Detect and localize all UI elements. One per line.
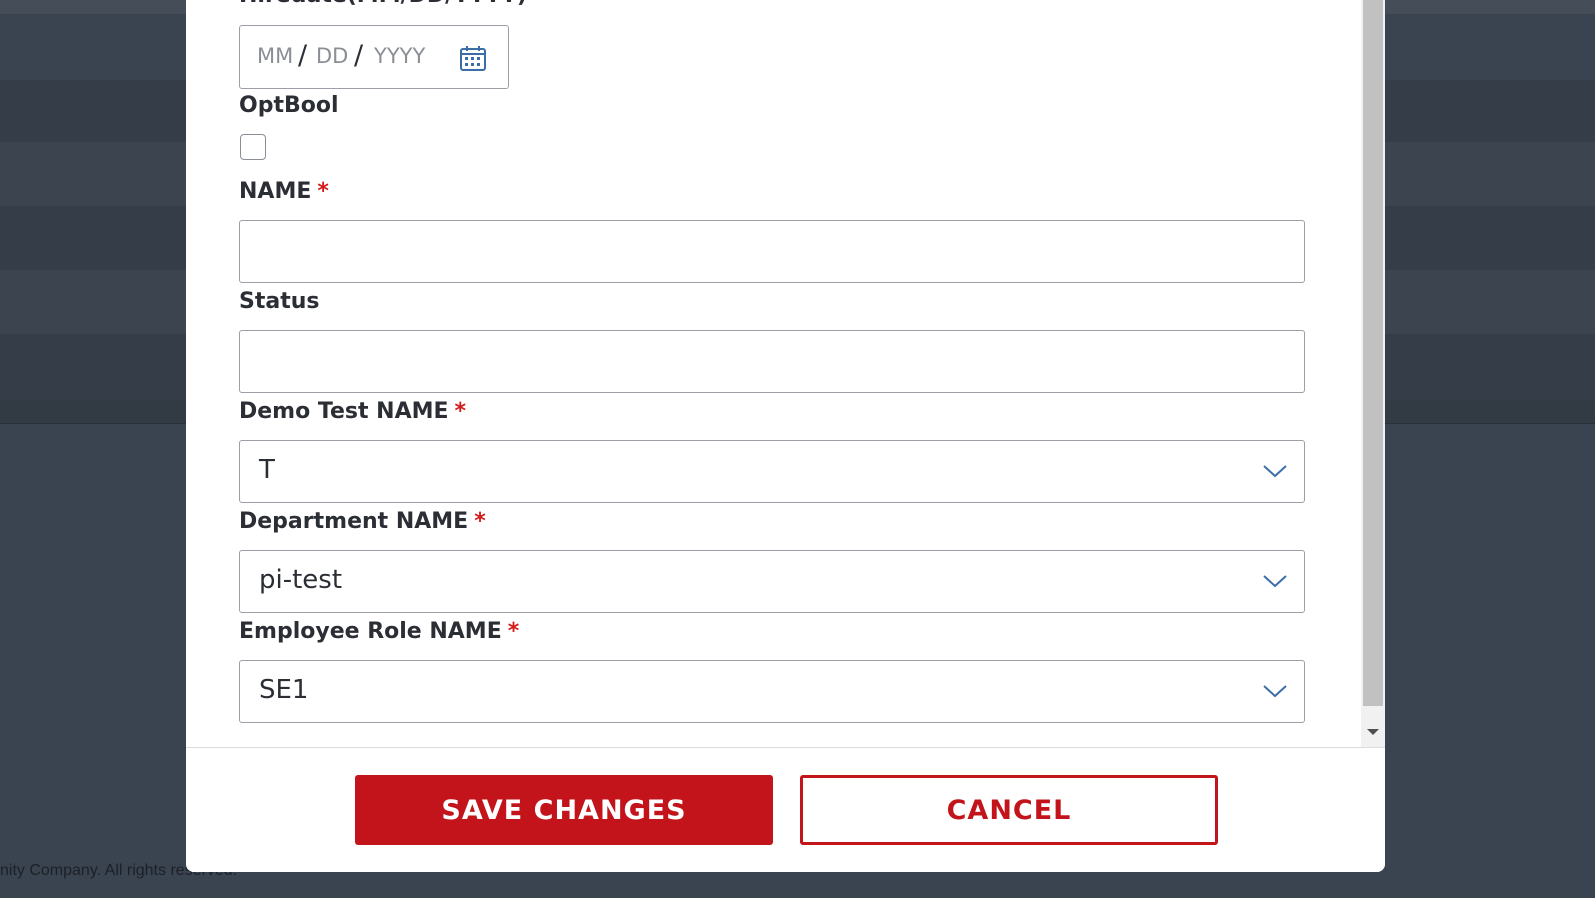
status-label: Status [239,289,320,314]
demo-test-name-select[interactable]: T [239,440,1305,503]
name-label-text: NAME [239,179,312,204]
department-name-select[interactable]: pi-test [239,550,1305,613]
employee-role-name-selected-value: SE1 [259,675,309,705]
department-name-label: Department NAME * [239,509,486,534]
demo-test-name-label: Demo Test NAME * [239,399,466,424]
scroll-down-arrow-icon[interactable] [1367,729,1379,735]
hiredate-day-segment[interactable]: DD [316,44,348,68]
modal-form-scroll-area[interactable]: Hiredate(MM/DD/YYYY) MM / DD / YYYY OptB… [186,0,1361,747]
employee-role-name-label-text: Employee Role NAME [239,619,502,644]
status-input[interactable] [239,330,1305,393]
date-separator: / [354,40,364,71]
edit-record-modal: Hiredate(MM/DD/YYYY) MM / DD / YYYY OptB… [186,0,1385,872]
chevron-down-icon [1263,465,1287,478]
required-asterisk: * [317,179,329,204]
chevron-down-icon [1263,685,1287,698]
demo-test-name-label-text: Demo Test NAME [239,399,449,424]
vertical-scrollbar[interactable] [1361,0,1385,747]
chevron-down-icon [1263,575,1287,588]
optbool-checkbox[interactable] [240,134,266,160]
demo-test-name-selected-value: T [259,455,275,485]
name-input[interactable] [239,220,1305,283]
hiredate-month-segment[interactable]: MM [257,44,293,68]
modal-footer: SAVE CHANGES CANCEL [186,747,1385,872]
calendar-icon[interactable] [459,44,487,72]
required-asterisk: * [474,509,486,534]
hiredate-year-segment[interactable]: YYYY [374,44,425,68]
scrollbar-thumb[interactable] [1363,0,1383,706]
required-asterisk: * [507,619,520,644]
date-separator: / [298,40,308,71]
department-name-selected-value: pi-test [259,565,343,595]
employee-role-name-label: Employee Role NAME * [239,619,519,644]
cancel-button[interactable]: CANCEL [800,775,1218,845]
hiredate-label: Hiredate(MM/DD/YYYY) [239,0,527,8]
optbool-label: OptBool [239,93,339,118]
save-changes-button[interactable]: SAVE CHANGES [355,775,773,845]
name-label: NAME * [239,179,329,204]
employee-role-name-select[interactable]: SE1 [239,660,1305,723]
department-name-label-text: Department NAME [239,509,469,534]
required-asterisk: * [454,399,467,424]
hiredate-date-input[interactable]: MM / DD / YYYY [239,25,509,89]
